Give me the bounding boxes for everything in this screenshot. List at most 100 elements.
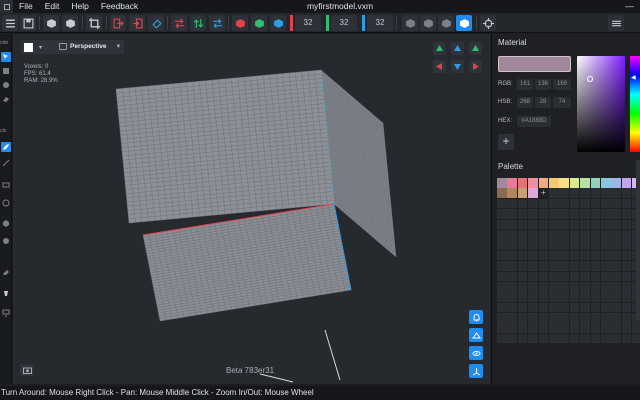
- palette-empty-slot[interactable]: [611, 261, 621, 271]
- palette-empty-slot[interactable]: [528, 323, 538, 334]
- palette-empty-slot[interactable]: [621, 271, 632, 282]
- pencil-tool-icon[interactable]: [1, 142, 11, 152]
- palette-color-swatch[interactable]: [548, 178, 559, 188]
- palette-empty-slot[interactable]: [548, 198, 559, 209]
- palette-empty-slot[interactable]: [497, 302, 507, 313]
- erase-tool-icon[interactable]: [1, 94, 11, 104]
- palette-empty-slot[interactable]: [590, 313, 601, 323]
- palette-empty-slot[interactable]: [497, 219, 507, 230]
- shape-a-icon[interactable]: [402, 15, 418, 31]
- palette-empty-slot[interactable]: [507, 323, 517, 334]
- palette-empty-slot[interactable]: [497, 209, 507, 219]
- palette-empty-slot[interactable]: [497, 323, 507, 334]
- palette-empty-slot[interactable]: [580, 271, 590, 282]
- save-button[interactable]: [20, 15, 36, 31]
- monitor-icon[interactable]: [1, 308, 11, 318]
- add-material-button[interactable]: +: [498, 134, 514, 150]
- palette-empty-slot[interactable]: [600, 198, 611, 209]
- palette-empty-slot[interactable]: [497, 250, 507, 261]
- palette-empty-slot[interactable]: [548, 323, 559, 334]
- palette-empty-slot[interactable]: [507, 281, 517, 292]
- palette-empty-slot[interactable]: [590, 302, 601, 313]
- palette-empty-slot[interactable]: [497, 271, 507, 282]
- palette-empty-slot[interactable]: [507, 271, 517, 282]
- shape-c-icon[interactable]: [438, 15, 454, 31]
- palette-empty-slot[interactable]: [528, 271, 538, 282]
- palette-empty-slot[interactable]: [559, 333, 569, 344]
- palette-color-swatch[interactable]: [600, 178, 611, 188]
- nav-up-icon[interactable]: [451, 42, 464, 55]
- palette-empty-slot[interactable]: [580, 229, 590, 240]
- palette-empty-slot[interactable]: [600, 219, 611, 230]
- palette-empty-slot[interactable]: [497, 261, 507, 271]
- palette-empty-slot[interactable]: [528, 209, 538, 219]
- axes-icon[interactable]: [469, 364, 483, 378]
- line-tool-icon[interactable]: [1, 158, 11, 168]
- palette-empty-slot[interactable]: [580, 209, 590, 219]
- palette-empty-slot[interactable]: [517, 281, 528, 292]
- palette-empty-slot[interactable]: [632, 323, 640, 334]
- target-icon[interactable]: [480, 15, 496, 31]
- palette-empty-slot[interactable]: [600, 261, 611, 271]
- palette-empty-slot[interactable]: [548, 209, 559, 219]
- palette-empty-slot[interactable]: [559, 209, 569, 219]
- palette-color-swatch[interactable]: [507, 188, 517, 198]
- palette-empty-slot[interactable]: [580, 333, 590, 344]
- menu-feedback[interactable]: Feedback: [95, 0, 144, 13]
- size-x-input[interactable]: 32: [295, 15, 321, 31]
- palette-empty-slot[interactable]: [600, 292, 611, 302]
- palette-empty-slot[interactable]: [580, 240, 590, 250]
- swap-vertical-icon[interactable]: [190, 15, 206, 31]
- palette-empty-slot[interactable]: [559, 302, 569, 313]
- palette-empty-slot[interactable]: [559, 281, 569, 292]
- palette-empty-slot[interactable]: [528, 313, 538, 323]
- palette-empty-slot[interactable]: [569, 271, 580, 282]
- palette-empty-slot[interactable]: [600, 250, 611, 261]
- palette-empty-slot[interactable]: [507, 209, 517, 219]
- palette-color-swatch[interactable]: [528, 178, 538, 188]
- palette-empty-slot[interactable]: [559, 323, 569, 334]
- palette-empty-slot[interactable]: [621, 281, 632, 292]
- palette-empty-slot[interactable]: [517, 292, 528, 302]
- palette-empty-slot[interactable]: [600, 271, 611, 282]
- import-icon[interactable]: [129, 15, 145, 31]
- palette-empty-slot[interactable]: [611, 323, 621, 334]
- palette-empty-slot[interactable]: [569, 229, 580, 240]
- palette-empty-slot[interactable]: [600, 188, 611, 198]
- rotate-y-icon[interactable]: [251, 15, 267, 31]
- palette-empty-slot[interactable]: [621, 333, 632, 344]
- settings-icon[interactable]: [608, 15, 624, 31]
- palette-empty-slot[interactable]: [528, 250, 538, 261]
- palette-empty-slot[interactable]: [528, 198, 538, 209]
- palette-empty-slot[interactable]: [538, 333, 549, 344]
- palette-empty-slot[interactable]: [528, 240, 538, 250]
- screenshot-camera-icon[interactable]: [20, 364, 34, 376]
- sphere-tool-icon[interactable]: [1, 236, 11, 246]
- size-z-input[interactable]: 32: [367, 15, 393, 31]
- menu-file[interactable]: File: [13, 0, 39, 13]
- palette-empty-slot[interactable]: [611, 229, 621, 240]
- hsb-h-input[interactable]: 268: [517, 97, 533, 108]
- box-tool-icon[interactable]: [1, 218, 11, 228]
- palette-empty-slot[interactable]: [517, 250, 528, 261]
- palette-empty-slot[interactable]: [507, 302, 517, 313]
- palette-empty-slot[interactable]: [600, 281, 611, 292]
- palette-empty-slot[interactable]: [497, 240, 507, 250]
- palette-color-swatch[interactable]: [528, 188, 538, 198]
- palette-empty-slot[interactable]: [569, 188, 580, 198]
- palette-empty-slot[interactable]: [517, 271, 528, 282]
- palette-empty-slot[interactable]: [559, 188, 569, 198]
- palette-empty-slot[interactable]: [507, 229, 517, 240]
- palette-empty-slot[interactable]: [600, 209, 611, 219]
- palette-empty-slot[interactable]: [611, 250, 621, 261]
- palette-empty-slot[interactable]: [590, 292, 601, 302]
- palette-empty-slot[interactable]: [580, 250, 590, 261]
- palette-empty-slot[interactable]: [600, 313, 611, 323]
- palette-empty-slot[interactable]: [621, 229, 632, 240]
- palette-color-swatch[interactable]: [580, 178, 590, 188]
- palette-empty-slot[interactable]: [600, 229, 611, 240]
- palette-empty-slot[interactable]: [538, 219, 549, 230]
- palette-empty-slot[interactable]: [548, 261, 559, 271]
- palette-empty-slot[interactable]: [538, 302, 549, 313]
- palette-empty-slot[interactable]: [611, 271, 621, 282]
